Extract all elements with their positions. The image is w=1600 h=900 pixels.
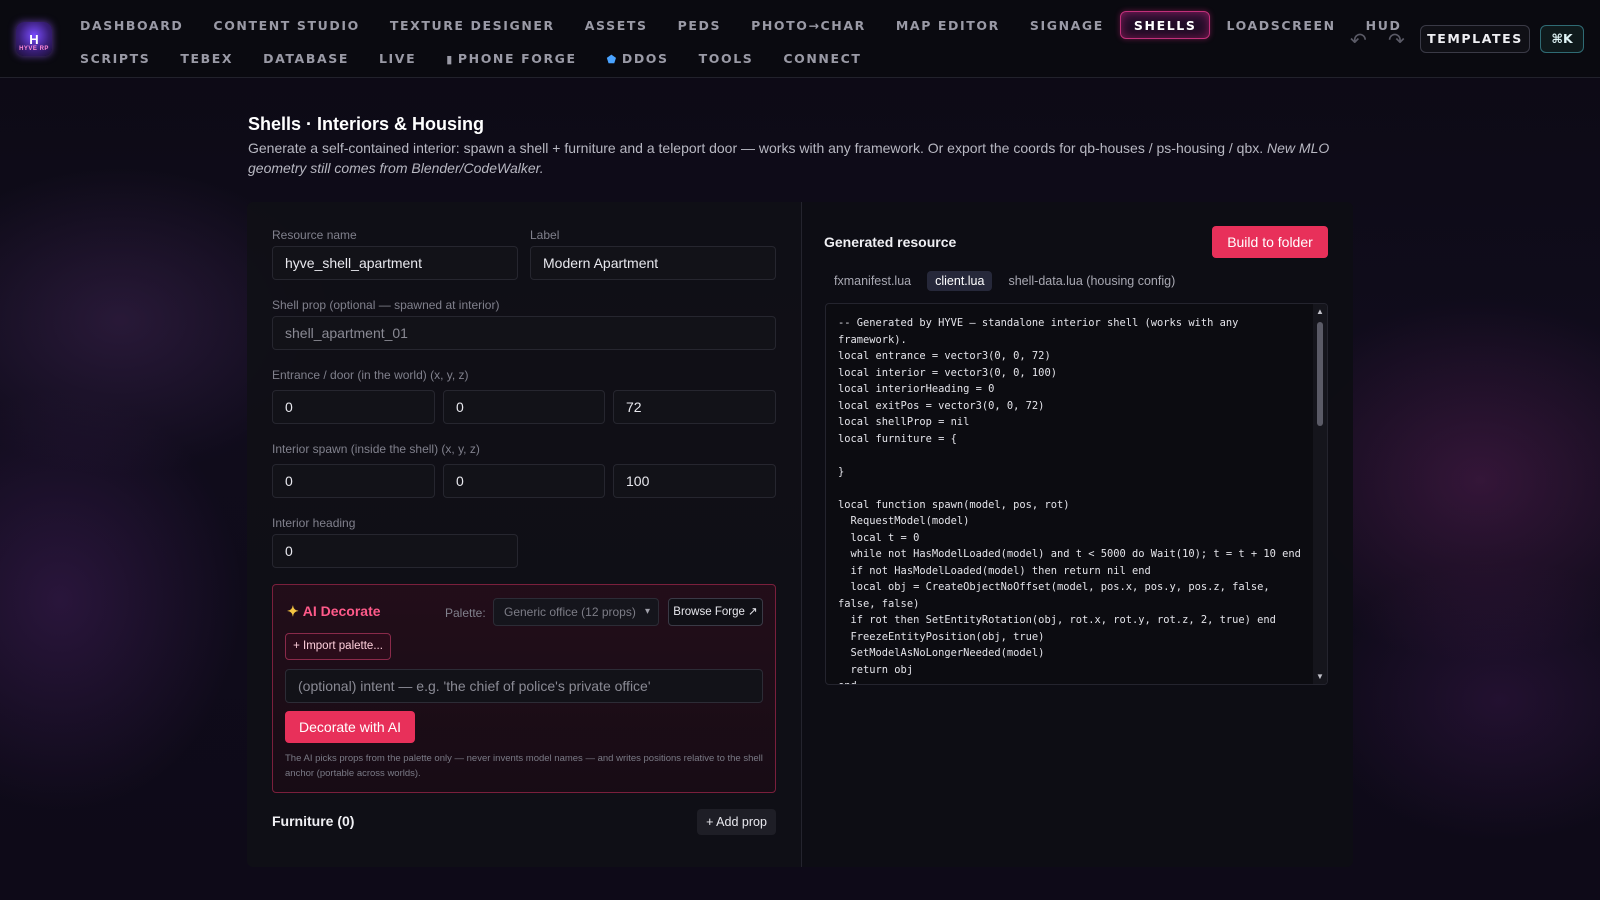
interior-heading-label: Interior heading xyxy=(272,516,356,530)
nav-shells[interactable]: SHELLS xyxy=(1119,11,1211,39)
entrance-y-input[interactable]: 0 xyxy=(443,390,605,424)
decorate-with-ai-button[interactable]: Decorate with AI xyxy=(285,711,415,743)
build-to-folder-button[interactable]: Build to folder xyxy=(1212,226,1328,258)
nav-phone-forge[interactable]: ▮ PHONE FORGE xyxy=(432,44,590,72)
nav-tools[interactable]: TOOLS xyxy=(685,44,768,72)
intent-input[interactable]: (optional) intent — e.g. 'the chief of p… xyxy=(285,669,763,703)
app-logo[interactable]: H HYVE RP xyxy=(16,22,52,56)
nav-content-studio[interactable]: CONTENT STUDIO xyxy=(199,11,373,39)
nav-row-primary: DASHBOARD CONTENT STUDIO TEXTURE DESIGNE… xyxy=(66,11,1417,39)
interior-spawn-label: Interior spawn (inside the shell) (x, y,… xyxy=(272,442,480,456)
nav-dashboard[interactable]: DASHBOARD xyxy=(66,11,197,39)
sparkles-icon: ✦ xyxy=(287,603,299,619)
file-tabs: fxmanifest.lua client.lua shell-data.lua… xyxy=(826,271,1191,291)
tab-fxmanifest[interactable]: fxmanifest.lua xyxy=(826,271,919,291)
ai-decorate-note: The AI picks props from the palette only… xyxy=(285,753,763,779)
scroll-down-icon[interactable]: ▼ xyxy=(1316,672,1324,681)
nav-loadscreen[interactable]: LOADSCREEN xyxy=(1212,11,1349,39)
redo-icon[interactable]: ↷ xyxy=(1388,28,1405,53)
shield-icon: ⬟ xyxy=(606,53,618,66)
top-navbar: H HYVE RP DASHBOARD CONTENT STUDIO TEXTU… xyxy=(0,0,1600,78)
interior-z-input[interactable]: 100 xyxy=(613,464,776,498)
generated-resource-title: Generated resource xyxy=(824,234,957,250)
scroll-up-icon[interactable]: ▲ xyxy=(1316,307,1324,316)
nav-live[interactable]: LIVE xyxy=(365,44,430,72)
furniture-title: Furniture (0) xyxy=(272,813,355,829)
interior-x-input[interactable]: 0 xyxy=(272,464,435,498)
import-palette-button[interactable]: + Import palette... xyxy=(285,633,391,660)
phone-icon: ▮ xyxy=(446,53,454,66)
tab-client-lua[interactable]: client.lua xyxy=(927,271,993,291)
add-prop-button[interactable]: + Add prop xyxy=(697,809,776,835)
page-title: Shells · Interiors & Housing xyxy=(248,114,485,134)
nav-texture-designer[interactable]: TEXTURE DESIGNER xyxy=(376,11,569,39)
code-content: -- Generated by HYVE — standalone interi… xyxy=(838,317,1301,684)
chevron-down-icon: ▾ xyxy=(644,606,650,617)
templates-button[interactable]: TEMPLATES xyxy=(1420,25,1530,53)
resource-name-label: Resource name xyxy=(272,228,357,242)
entrance-label: Entrance / door (in the world) (x, y, z) xyxy=(272,368,469,382)
nav-database[interactable]: DATABASE xyxy=(249,44,363,72)
nav-scripts[interactable]: SCRIPTS xyxy=(66,44,164,72)
label-input[interactable]: Modern Apartment xyxy=(530,246,776,280)
scroll-thumb[interactable] xyxy=(1317,322,1323,426)
page-description: Generate a self-contained interior: spaw… xyxy=(248,138,1348,178)
tab-shell-data[interactable]: shell-data.lua (housing config) xyxy=(1000,271,1183,291)
nav-ddos-label: DDOS xyxy=(621,51,669,66)
code-viewer[interactable]: -- Generated by HYVE — standalone interi… xyxy=(825,303,1328,685)
nav-row-secondary: SCRIPTS TEBEX DATABASE LIVE ▮ PHONE FORGE… xyxy=(66,44,878,72)
entrance-x-input[interactable]: 0 xyxy=(272,390,435,424)
ai-decorate-panel: ✦ AI Decorate Palette: Generic office (12… xyxy=(272,584,776,793)
nav-connect[interactable]: CONNECT xyxy=(769,44,875,72)
code-scrollbar[interactable]: ▲ ▼ xyxy=(1313,304,1327,684)
logo-subtext: HYVE RP xyxy=(19,46,49,52)
palette-label: Palette: xyxy=(445,606,486,620)
undo-icon[interactable]: ↶ xyxy=(1350,28,1367,53)
command-palette-button[interactable]: ⌘K xyxy=(1540,25,1584,53)
interior-y-input[interactable]: 0 xyxy=(443,464,605,498)
resource-name-input[interactable]: hyve_shell_apartment xyxy=(272,246,518,280)
nav-ddos[interactable]: ⬟ DDOS xyxy=(593,44,683,72)
nav-peds[interactable]: PEDS xyxy=(664,11,735,39)
nav-tebex[interactable]: TEBEX xyxy=(166,44,247,72)
ai-decorate-title-text: AI Decorate xyxy=(302,603,381,619)
palette-select-value: Generic office (12 props) xyxy=(504,605,636,619)
ai-decorate-title: ✦ AI Decorate xyxy=(287,603,381,620)
nav-assets[interactable]: ASSETS xyxy=(571,11,662,39)
logo-letter: H xyxy=(29,31,39,47)
shell-prop-label: Shell prop (optional — spawned at interi… xyxy=(272,298,500,312)
page-description-text: Generate a self-contained interior: spaw… xyxy=(248,140,1264,156)
label-label: Label xyxy=(530,228,560,242)
browse-forge-button[interactable]: Browse Forge ↗ xyxy=(668,598,763,626)
palette-select[interactable]: Generic office (12 props) ▾ xyxy=(493,598,659,626)
nav-signage[interactable]: SIGNAGE xyxy=(1016,11,1118,39)
entrance-z-input[interactable]: 72 xyxy=(613,390,776,424)
nav-photo-char[interactable]: PHOTO→CHAR xyxy=(737,11,880,39)
nav-map-editor[interactable]: MAP EDITOR xyxy=(882,11,1014,39)
interior-heading-input[interactable]: 0 xyxy=(272,534,518,568)
nav-phone-forge-label: PHONE FORGE xyxy=(457,51,577,66)
shell-prop-input[interactable]: shell_apartment_01 xyxy=(272,316,776,350)
